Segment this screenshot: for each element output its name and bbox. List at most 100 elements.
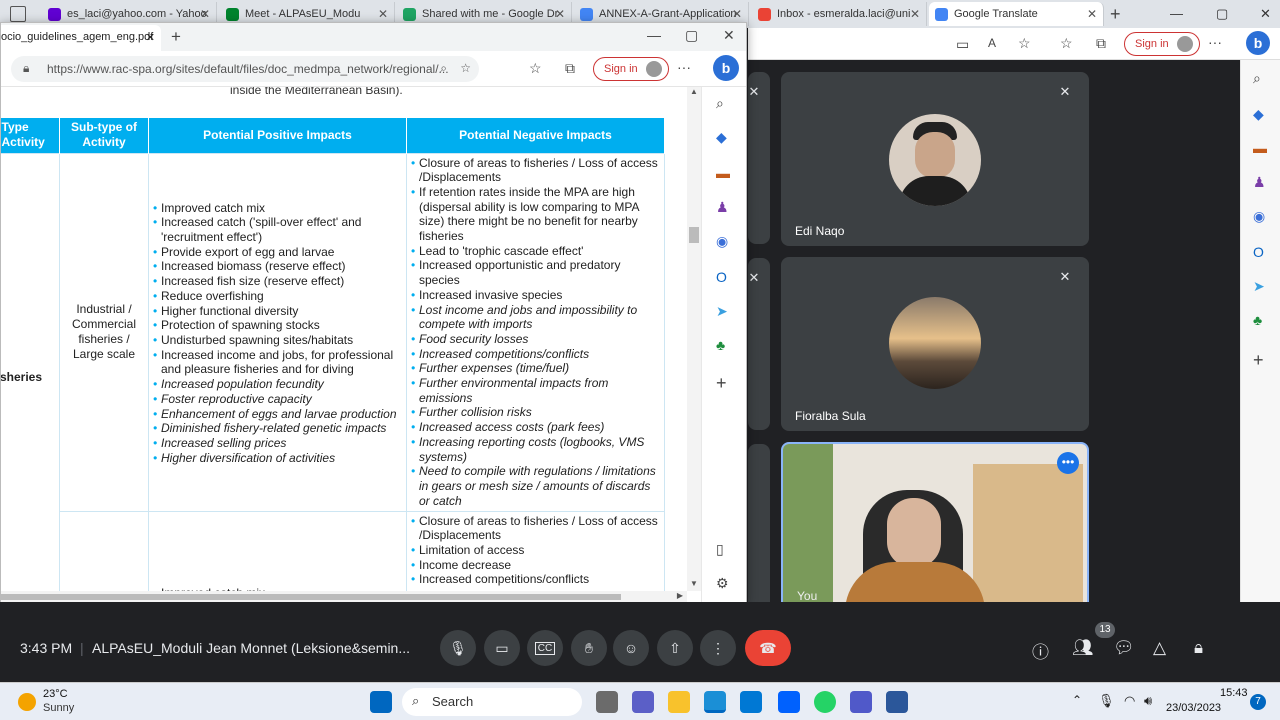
more-options-button[interactable]: ⋮ <box>700 630 736 666</box>
chat-icon[interactable]: 💬︎ <box>1113 638 1135 658</box>
telegram-icon[interactable]: ➤ <box>716 303 728 320</box>
participant-tile[interactable]: ✕ Edi Naqo <box>781 72 1089 246</box>
minimize-icon[interactable]: — <box>647 27 661 43</box>
telegram-icon[interactable]: ➤ <box>1253 278 1265 295</box>
type-cell: sheries <box>1 152 60 602</box>
volume-icon[interactable]: 🔊︎ <box>1144 693 1152 709</box>
collections-icon[interactable]: ⧉ <box>565 60 575 77</box>
camera-button[interactable]: ▭ <box>484 630 520 666</box>
raise-hand-button[interactable]: ✋︎ <box>571 630 607 666</box>
close-icon[interactable]: ✕ <box>1087 7 1097 21</box>
close-icon[interactable]: ✕ <box>200 7 210 21</box>
people-icon[interactable]: 👥︎ <box>1072 638 1094 658</box>
close-icon[interactable]: ✕ <box>910 7 920 21</box>
sidebar-toggle-icon[interactable]: ▯ <box>716 541 724 558</box>
whatsapp-icon[interactable] <box>814 691 836 713</box>
chevron-up-icon[interactable]: ⌃ <box>1072 693 1082 707</box>
favorites-icon[interactable]: ☆ <box>1060 35 1073 52</box>
office-icon[interactable]: ◉ <box>716 233 728 250</box>
tab-translate[interactable]: Google Translate ✕ <box>929 2 1104 26</box>
close-icon[interactable]: ✕ <box>555 7 565 21</box>
bing-copilot-icon[interactable]: b <box>713 55 739 81</box>
sign-in-button[interactable]: Sign in <box>593 57 669 81</box>
pdf-viewer[interactable]: inside the Mediterranean Basin). Type Ac… <box>1 87 701 603</box>
collections-icon[interactable]: ⧉ <box>1096 35 1106 52</box>
favorite-icon[interactable]: ☆ <box>1018 35 1031 52</box>
more-options-icon[interactable]: ••• <box>1057 452 1079 474</box>
more-icon[interactable]: ··· <box>1208 34 1222 50</box>
outlook-icon[interactable]: O <box>716 269 727 285</box>
camera-icon[interactable]: ▭ <box>956 36 969 53</box>
file-explorer-icon[interactable] <box>668 691 690 713</box>
url-field[interactable]: 🔒︎ https://www.rac-spa.org/sites/default… <box>11 56 479 82</box>
add-favorite-icon[interactable]: ☆ <box>460 61 471 75</box>
favorites-icon[interactable]: ☆ <box>529 60 542 77</box>
wifi-icon[interactable]: ◠ <box>1124 693 1135 709</box>
captions-button[interactable]: CC <box>527 630 563 666</box>
host-controls-icon[interactable]: 🔒︎ <box>1194 638 1203 658</box>
maximize-icon[interactable]: ▢ <box>1216 6 1228 22</box>
mic-tray-icon[interactable]: 🎙︎ <box>1098 693 1115 709</box>
shopping-icon[interactable]: ◆ <box>716 129 727 146</box>
search-box[interactable]: ⌕ Search <box>402 688 582 716</box>
info-icon[interactable]: ⓘ <box>1032 638 1049 663</box>
add-icon[interactable]: + <box>716 373 727 394</box>
tree-icon[interactable]: ♣ <box>716 337 725 353</box>
search-icon[interactable]: ⌕ <box>1253 70 1261 87</box>
tab-actions-icon[interactable] <box>10 6 26 22</box>
maximize-icon[interactable]: ▢ <box>685 27 698 44</box>
minimize-icon[interactable]: — <box>1170 6 1183 21</box>
settings-icon[interactable]: ⚙ <box>716 575 729 592</box>
close-icon[interactable]: ✕ <box>1260 6 1271 22</box>
new-tab-icon[interactable]: + <box>1110 4 1121 25</box>
scrollbar-thumb[interactable] <box>1 594 621 600</box>
activities-icon[interactable]: △ <box>1153 638 1166 658</box>
bing-copilot-icon[interactable]: b <box>1246 31 1270 55</box>
task-view-icon[interactable] <box>596 691 618 713</box>
edge-icon[interactable] <box>704 691 726 713</box>
add-icon[interactable]: + <box>1253 350 1264 371</box>
scroll-up-icon[interactable]: ▲ <box>690 87 698 96</box>
scroll-down-icon[interactable]: ▼ <box>690 579 698 588</box>
participant-tile[interactable]: ✕ Fioralba Sula <box>781 257 1089 431</box>
pdf-tab[interactable]: ocio_guidelines_agem_eng.pdf ✕ <box>1 25 161 51</box>
word-icon[interactable] <box>886 691 908 713</box>
emoji-button[interactable]: ☺ <box>613 630 649 666</box>
mic-button[interactable]: 🎙︎ <box>440 630 476 666</box>
self-view-tile[interactable]: ••• You <box>781 442 1089 613</box>
vertical-scrollbar[interactable]: ▲ ▼ <box>687 87 701 591</box>
present-button[interactable]: ⇧ <box>657 630 693 666</box>
shopping-icon[interactable]: ◆ <box>1253 106 1264 123</box>
negative-cell: Closure of areas to fisheries / Loss of … <box>406 510 665 602</box>
tab-gmail[interactable]: Inbox - esmeralda.laci@uni ✕ <box>752 2 927 26</box>
start-icon[interactable] <box>370 691 392 713</box>
more-icon[interactable]: ··· <box>677 59 691 75</box>
close-icon[interactable]: ✕ <box>732 7 742 21</box>
list-item: Increased selling prices <box>153 436 402 451</box>
list-item: Increased biomass (reserve effect) <box>153 259 402 274</box>
tree-icon[interactable]: ♣ <box>1253 312 1262 328</box>
tools-icon[interactable]: ▬ <box>1253 140 1267 156</box>
games-icon[interactable]: ♟ <box>716 199 729 216</box>
search-icon[interactable]: ⌕ <box>716 95 724 112</box>
close-icon[interactable]: ✕ <box>378 7 388 21</box>
tools-icon[interactable]: ▬ <box>716 165 730 181</box>
outlook-icon[interactable]: O <box>1253 244 1264 260</box>
zoom-icon[interactable]: ⌕ <box>440 61 447 76</box>
scrollbar-thumb[interactable] <box>689 227 699 243</box>
games-icon[interactable]: ♟ <box>1253 174 1266 191</box>
close-icon[interactable]: ✕ <box>723 27 735 44</box>
read-aloud-icon[interactable]: A <box>988 36 996 50</box>
notification-badge[interactable]: 7 <box>1250 694 1266 710</box>
chat-app-icon[interactable] <box>632 691 654 713</box>
office-icon[interactable]: ◉ <box>1253 208 1265 225</box>
sign-in-button[interactable]: Sign in <box>1124 32 1200 56</box>
participant-name: You <box>797 589 818 603</box>
end-call-button[interactable]: ☎︎ <box>745 630 791 666</box>
teams-icon[interactable] <box>850 691 872 713</box>
dropbox-icon[interactable] <box>778 691 800 713</box>
new-tab-icon[interactable]: + <box>171 27 181 47</box>
mail-icon[interactable] <box>740 691 762 713</box>
close-icon[interactable]: ✕ <box>146 31 155 44</box>
scroll-right-icon[interactable]: ▶ <box>677 591 683 600</box>
